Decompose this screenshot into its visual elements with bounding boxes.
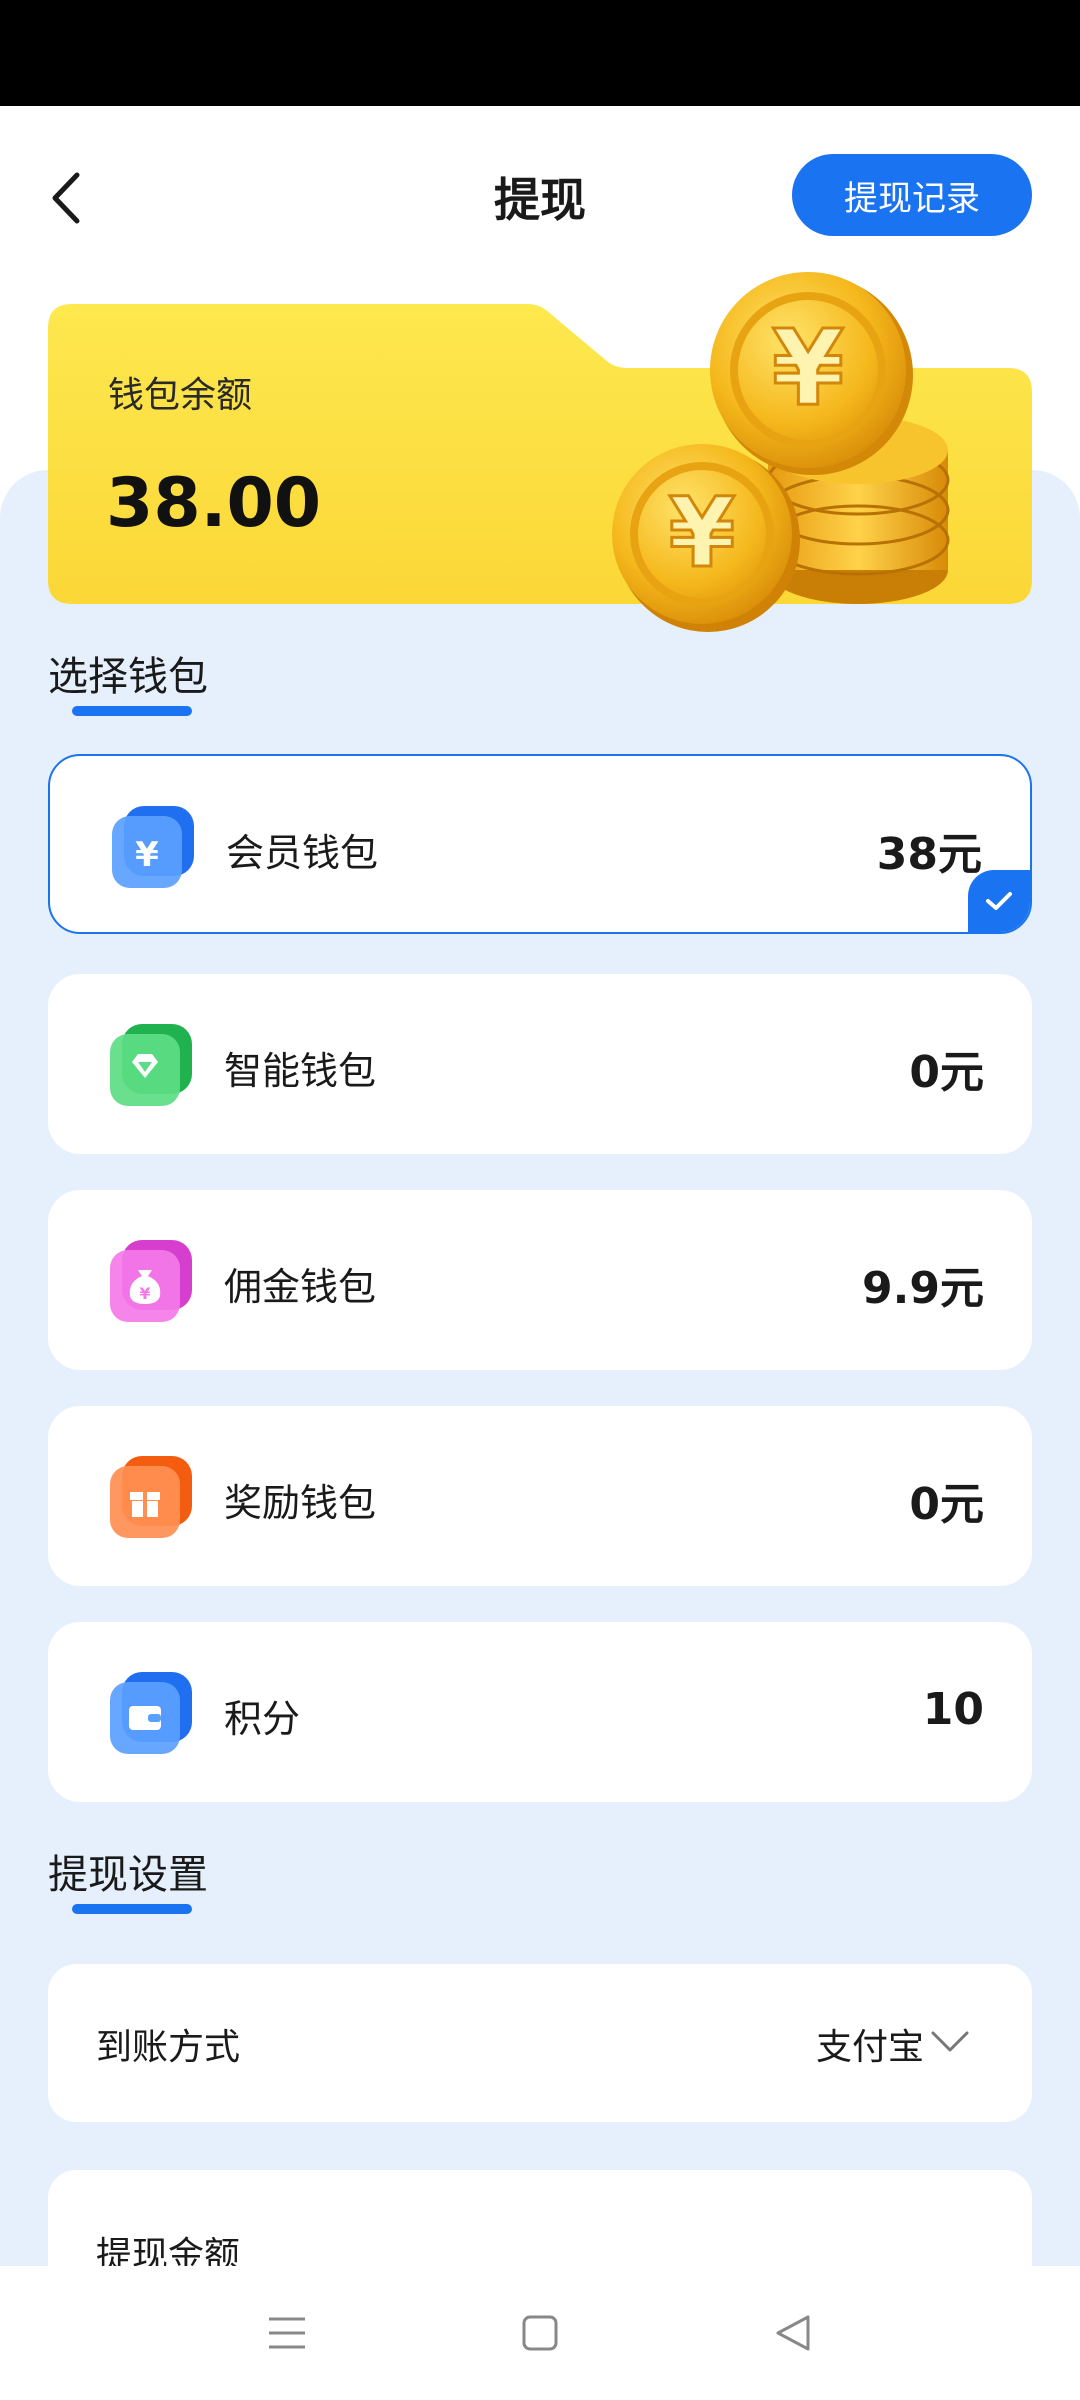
payout-method-label: 到账方式 (96, 2027, 241, 2068)
wallet-amount: 0元 (909, 1479, 984, 1530)
wallet-amount: 9.9元 (862, 1263, 984, 1314)
wallet-card-reward[interactable]: 奖励钱包 0元 (48, 1406, 1032, 1586)
wallet-card-smart[interactable]: 智能钱包 0元 (48, 974, 1032, 1154)
nav-back-button[interactable] (753, 2293, 833, 2373)
settings-section-title: 提现设置 (48, 1852, 208, 1898)
wallet-icon (110, 1672, 192, 1754)
wallet-section-title: 选择钱包 (48, 654, 208, 700)
home-square-icon (522, 2315, 558, 2351)
nav-home-button[interactable] (500, 2293, 580, 2373)
svg-text:¥: ¥ (772, 307, 844, 429)
wallet-name: 积分 (224, 1697, 301, 1741)
wallet-amount: 0元 (909, 1047, 984, 1098)
yen-icon: ¥ (112, 806, 194, 888)
status-bar (0, 0, 1080, 106)
payout-method-row[interactable]: 到账方式 支付宝 (48, 1964, 1032, 2122)
balance-value: 38.00 (106, 464, 322, 543)
wallet-name: 佣金钱包 (224, 1265, 377, 1309)
wallet-name: 智能钱包 (224, 1049, 377, 1093)
withdraw-record-button[interactable]: 提现记录 (792, 154, 1032, 236)
wallet-card-points[interactable]: 积分 10 (48, 1622, 1032, 1802)
nav-menu-button[interactable] (247, 2293, 327, 2373)
selected-check-badge (968, 870, 1030, 932)
wallet-section-underline (72, 706, 192, 716)
chevron-down-icon[interactable] (930, 2030, 970, 2054)
svg-text:¥: ¥ (669, 477, 736, 589)
balance-card: 钱包余额 38.00 ¥ ¥ (48, 272, 1032, 632)
wallet-card-commission[interactable]: ¥ 佣金钱包 9.9元 (48, 1190, 1032, 1370)
gold-coins-illustration: ¥ ¥ (612, 272, 950, 632)
diamond-icon (110, 1024, 192, 1106)
svg-text:¥: ¥ (135, 835, 159, 875)
settings-section-underline (72, 1904, 192, 1914)
payout-method-value[interactable]: 支付宝 (816, 2018, 924, 2070)
menu-icon (268, 2317, 305, 2349)
system-nav-bar (0, 2266, 1080, 2400)
wallet-amount: 10 (922, 1684, 984, 1735)
money-bag-icon: ¥ (110, 1240, 192, 1322)
balance-label: 钱包余额 (108, 375, 253, 416)
back-triangle-icon (776, 2315, 810, 2351)
wallet-card-member[interactable]: ¥ 会员钱包 38元 (48, 754, 1032, 934)
wallet-amount: 38元 (876, 829, 982, 880)
wallet-name: 会员钱包 (226, 831, 379, 875)
header: 提现 提现记录 (0, 106, 1080, 286)
gift-icon (110, 1456, 192, 1538)
check-icon (986, 892, 1012, 910)
svg-text:¥: ¥ (139, 1284, 150, 1303)
wallet-name: 奖励钱包 (224, 1481, 377, 1525)
